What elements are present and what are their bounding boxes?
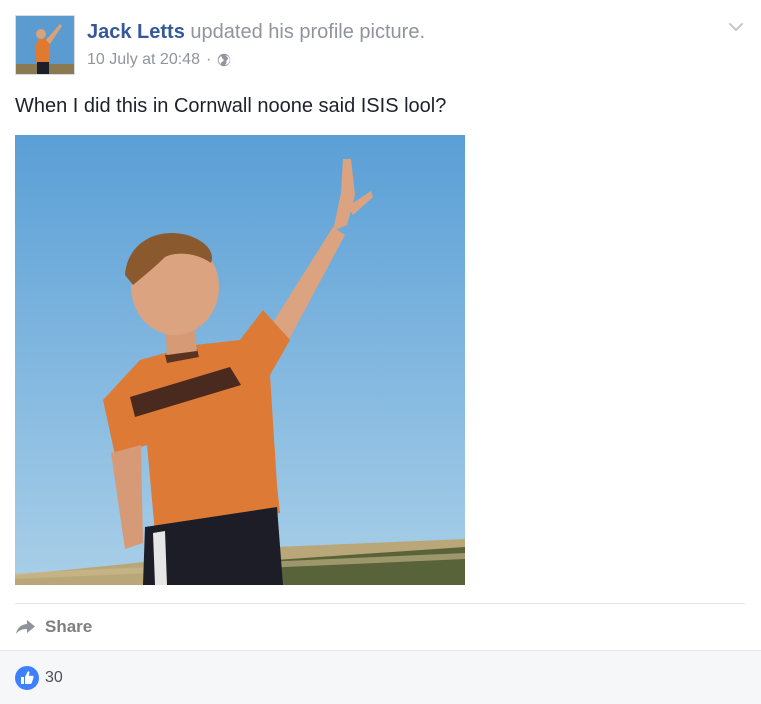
post-action-text: updated his profile picture. [190, 21, 425, 43]
share-label: Share [45, 617, 93, 636]
share-button[interactable]: Share [15, 613, 92, 641]
meta-separator: · [205, 51, 212, 68]
feed-post: Jack Letts updated his profile picture. … [0, 0, 761, 704]
post-header: Jack Letts updated his profile picture. [87, 19, 425, 45]
like-count[interactable]: 30 [45, 668, 63, 688]
actions-divider [15, 603, 745, 604]
author-name-link[interactable]: Jack Letts [87, 21, 185, 43]
thumbs-up-icon[interactable] [15, 666, 39, 690]
post-meta: 10 July at 20:48 · [87, 50, 231, 70]
post-timestamp-link[interactable]: 10 July at 20:48 [87, 50, 200, 70]
chevron-down-icon[interactable] [725, 16, 747, 38]
reactions-footer: 30 [0, 650, 761, 704]
share-arrow-icon [15, 618, 37, 636]
profile-photo[interactable] [15, 135, 465, 585]
post-text: When I did this in Cornwall noone said I… [15, 95, 447, 117]
globe-icon[interactable] [217, 53, 231, 67]
profile-avatar[interactable] [15, 15, 75, 75]
